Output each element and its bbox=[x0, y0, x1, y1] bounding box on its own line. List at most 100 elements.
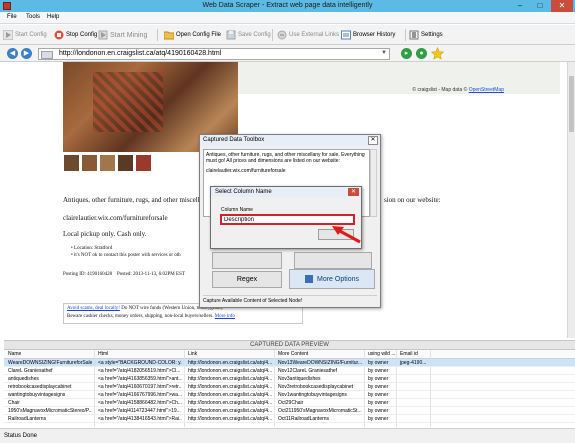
thumbnail[interactable] bbox=[63, 154, 80, 172]
table-cell bbox=[398, 415, 428, 423]
table-cell: http://londonon.en.craigslist.ca/atq/4..… bbox=[188, 360, 272, 366]
more-options-button[interactable]: More Options bbox=[289, 269, 375, 289]
table-cell bbox=[398, 391, 428, 399]
url-input[interactable]: http://londonon.en.craigslist.ca/atq/419… bbox=[38, 48, 390, 60]
forward-button[interactable]: ▶ bbox=[21, 48, 32, 59]
toolbar-separator bbox=[272, 29, 273, 41]
thumbnail[interactable] bbox=[135, 154, 152, 172]
chevron-down-icon[interactable]: ▼ bbox=[381, 50, 387, 56]
table-row[interactable]: RailroadLanterns <a href="/atq/4138416543… bbox=[4, 415, 575, 423]
address-bar: ◀ ▶ http://londonon.en.craigslist.ca/atq… bbox=[0, 45, 575, 62]
table-cell: WeareDOWNSIZING!FurnitureforSale bbox=[8, 360, 92, 366]
status-text: Status Done bbox=[4, 433, 38, 439]
browser-history-button[interactable]: Browser History bbox=[341, 28, 395, 42]
hidden-option-button[interactable] bbox=[212, 252, 282, 269]
save-icon bbox=[226, 30, 236, 40]
page-icon bbox=[41, 51, 53, 59]
menu-file[interactable]: File bbox=[7, 14, 17, 20]
hidden-option-button[interactable] bbox=[294, 252, 372, 269]
table-cell: http://londonon.en.craigslist.ca/atq/4..… bbox=[188, 416, 272, 422]
links-icon bbox=[277, 30, 287, 40]
toolbox-close-button[interactable]: ✕ bbox=[368, 136, 378, 145]
settings-icon bbox=[409, 30, 419, 40]
map-credit: © craigslist - Map data © OpenStreetMap bbox=[412, 87, 504, 93]
column-header[interactable]: Link bbox=[186, 350, 271, 358]
avoid-scams-link[interactable]: Avoid scams, deal locally! bbox=[67, 306, 120, 311]
description-text: Antiques, other furniture, rugs, and oth… bbox=[63, 196, 206, 204]
table-row[interactable]: antiquedishes <a href="/atq/4163856359.ht… bbox=[4, 375, 575, 383]
map-area[interactable]: © craigslist - Map data © OpenStreetMap bbox=[238, 62, 560, 94]
contact-bullet: • it's NOT ok to contact this poster wit… bbox=[71, 253, 181, 258]
table-row[interactable]: 1950'sMagnavoxMicromaticStereo/P... <a hr… bbox=[4, 407, 575, 415]
column-header[interactable]: Name bbox=[6, 350, 86, 358]
table-cell: Oct29Chair bbox=[278, 400, 304, 406]
settings-button[interactable]: Settings bbox=[409, 28, 443, 42]
table-cell: Nov3retrobookcasedisplaycabinet bbox=[278, 384, 354, 390]
table-cell: http://londonon.en.craigslist.ca/atq/4..… bbox=[188, 392, 272, 398]
window-title: Web Data Scraper - Extract web page data… bbox=[202, 2, 373, 9]
thumbnail[interactable] bbox=[117, 154, 134, 172]
location-bullet: • Location: Stratford bbox=[71, 246, 113, 251]
toolbar: Start Config Stop Config Start Mining Op… bbox=[0, 25, 575, 45]
table-cell: http://londonon.en.craigslist.ca/atq/4..… bbox=[188, 376, 272, 382]
toolbox-footer: Capture Available Content of Selected No… bbox=[203, 295, 377, 305]
more-info-link[interactable]: More info bbox=[215, 314, 235, 319]
posted-date: Posted: 2013-11-13, 6:02PM EST bbox=[117, 272, 185, 277]
save-config-button[interactable]: Save Config bbox=[226, 28, 271, 42]
table-cell bbox=[398, 367, 428, 375]
page-scrollbar[interactable] bbox=[567, 62, 575, 338]
table-cell: <a href="/atq/4166767996.html">wa... bbox=[98, 392, 182, 398]
table-cell: by owner bbox=[368, 408, 389, 414]
table-cell: <a href="/atq/4182056519.html">Cl... bbox=[98, 368, 181, 374]
stop-config-button[interactable]: Stop Config bbox=[54, 28, 97, 42]
regex-button[interactable]: Regex bbox=[212, 271, 282, 288]
table-cell: <a href="/atq/4138416543.html">Rai... bbox=[98, 416, 182, 422]
thumbnail[interactable] bbox=[81, 154, 98, 172]
table-row[interactable]: ClareL Graniesathef <a href="/atq/4182056… bbox=[4, 367, 575, 375]
url-text: http://londonon.en.craigslist.ca/atq/419… bbox=[59, 50, 222, 57]
refresh-button[interactable]: ● bbox=[416, 48, 427, 59]
table-row[interactable]: WeareDOWNSIZING!FurnitureforSale <a style… bbox=[4, 359, 575, 367]
toolbox-scrollbar[interactable] bbox=[370, 149, 377, 217]
title-bar: Web Data Scraper - Extract web page data… bbox=[0, 0, 575, 12]
table-row[interactable]: retrobookcasedisplaycabinet <a href="/atq… bbox=[4, 383, 575, 391]
table-cell: http://londonon.en.craigslist.ca/atq/4..… bbox=[188, 384, 272, 390]
table-cell: retrobookcasedisplaycabinet bbox=[8, 384, 72, 390]
maximize-button[interactable]: □ bbox=[531, 0, 549, 12]
dialog-title: Select Column Name bbox=[211, 187, 361, 197]
table-cell: Oct11RailroadLanterns bbox=[278, 416, 330, 422]
table-cell: Chair bbox=[8, 400, 20, 406]
table-row[interactable]: Chair <a href="/atq/4158866482.html">Ch..… bbox=[4, 399, 575, 407]
menu-bar: File Tools Help bbox=[0, 12, 575, 24]
column-header[interactable]: More Content bbox=[276, 350, 361, 358]
use-external-links-button[interactable]: Use External Links bbox=[277, 28, 339, 42]
start-mining-button[interactable]: Start Mining bbox=[98, 28, 147, 42]
folder-icon bbox=[164, 31, 174, 40]
minimize-button[interactable]: – bbox=[511, 0, 529, 12]
favorite-star-icon[interactable] bbox=[431, 47, 444, 60]
close-icon: ✕ bbox=[350, 189, 357, 195]
mining-icon bbox=[98, 30, 108, 40]
table-cell: 1950'sMagnavoxMicromaticStereo/P... bbox=[8, 408, 92, 414]
red-arrow-icon bbox=[332, 226, 361, 244]
table-cell: <a href="/atq/4163856359.html">ant... bbox=[98, 376, 182, 382]
start-config-button[interactable]: Start Config bbox=[3, 28, 47, 42]
column-header[interactable]: Email id bbox=[398, 350, 428, 358]
column-header[interactable]: using wild ... bbox=[366, 350, 396, 358]
table-cell bbox=[398, 407, 428, 415]
menu-tools[interactable]: Tools bbox=[26, 14, 40, 20]
table-cell bbox=[398, 375, 428, 383]
column-header[interactable]: Html bbox=[96, 350, 181, 358]
close-button[interactable]: ✕ bbox=[551, 0, 573, 12]
pickup-text: Local pickup only. Cash only. bbox=[63, 230, 147, 238]
dialog-close-button[interactable]: ✕ bbox=[348, 188, 359, 196]
back-button[interactable]: ◀ bbox=[7, 48, 18, 59]
open-config-button[interactable]: Open Config File bbox=[164, 28, 221, 42]
thumbnail[interactable] bbox=[99, 154, 116, 172]
table-cell: RailroadLanterns bbox=[8, 416, 47, 422]
table-row[interactable]: wantingtobuyvintagesigns <a href="/atq/41… bbox=[4, 391, 575, 399]
scrollbar-thumb[interactable] bbox=[569, 76, 574, 132]
go-button[interactable]: ▸ bbox=[401, 48, 412, 59]
openstreetmap-link[interactable]: OpenStreetMap bbox=[469, 87, 504, 93]
menu-help[interactable]: Help bbox=[47, 14, 59, 20]
